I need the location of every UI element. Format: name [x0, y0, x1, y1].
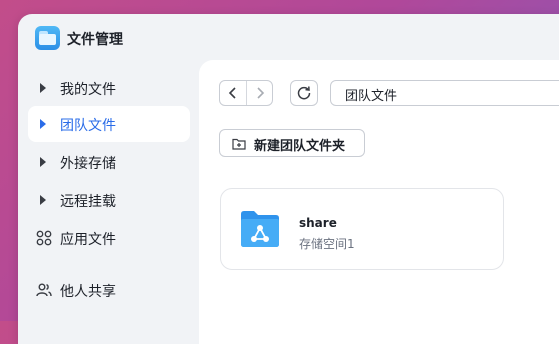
forward-button[interactable] — [247, 81, 273, 105]
sidebar-item-external-storage[interactable]: 外接存储 — [28, 144, 190, 180]
chevron-left-icon — [228, 87, 236, 99]
sidebar-item-my-files[interactable]: 我的文件 — [28, 70, 190, 106]
new-team-folder-label: 新建团队文件夹 — [254, 139, 346, 154]
title-bar: 文件管理 — [18, 14, 559, 60]
folder-add-icon — [232, 138, 246, 150]
refresh-icon — [297, 86, 311, 100]
chevron-right-icon — [257, 87, 265, 99]
sidebar-item-label: 团队文件 — [60, 118, 116, 134]
caret-right-icon — [40, 119, 46, 129]
path-bar[interactable]: 团队文件 — [330, 80, 559, 106]
sidebar-item-label: 他人共享 — [60, 284, 116, 300]
path-text: 团队文件 — [345, 89, 398, 104]
users-icon — [36, 283, 52, 297]
caret-right-icon — [40, 157, 46, 167]
sidebar-item-team-files[interactable]: 团队文件 — [28, 106, 190, 142]
refresh-button[interactable] — [290, 80, 318, 106]
folder-storage-location: 存储空间1 — [299, 237, 355, 251]
sidebar-item-label: 我的文件 — [60, 82, 116, 98]
main-panel: 团队文件 新建团队文件夹 share 存储空间1 — [199, 60, 559, 344]
app-title: 文件管理 — [67, 32, 123, 48]
folder-name: share — [299, 216, 337, 230]
apps-grid-icon — [36, 230, 52, 246]
sidebar-item-remote-mount[interactable]: 远程挂载 — [28, 182, 190, 218]
new-team-folder-button[interactable]: 新建团队文件夹 — [219, 129, 365, 157]
sidebar-item-label: 远程挂载 — [60, 194, 116, 210]
folder-app-icon — [35, 26, 60, 50]
folder-card[interactable]: share 存储空间1 — [220, 188, 504, 270]
history-nav — [219, 80, 273, 106]
shared-folder-icon — [241, 211, 279, 247]
file-manager-window: 文件管理 我的文件 团队文件 外接存储 远程挂载 应用文件 他人共享 团队文件 … — [18, 14, 559, 344]
back-button[interactable] — [220, 81, 246, 105]
sidebar-item-shared-with-me[interactable]: 他人共享 — [28, 272, 190, 308]
caret-right-icon — [40, 83, 46, 93]
caret-right-icon — [40, 195, 46, 205]
sidebar-item-label: 应用文件 — [60, 232, 116, 248]
sidebar-item-label: 外接存储 — [60, 156, 116, 172]
sidebar-item-app-files[interactable]: 应用文件 — [28, 220, 190, 256]
